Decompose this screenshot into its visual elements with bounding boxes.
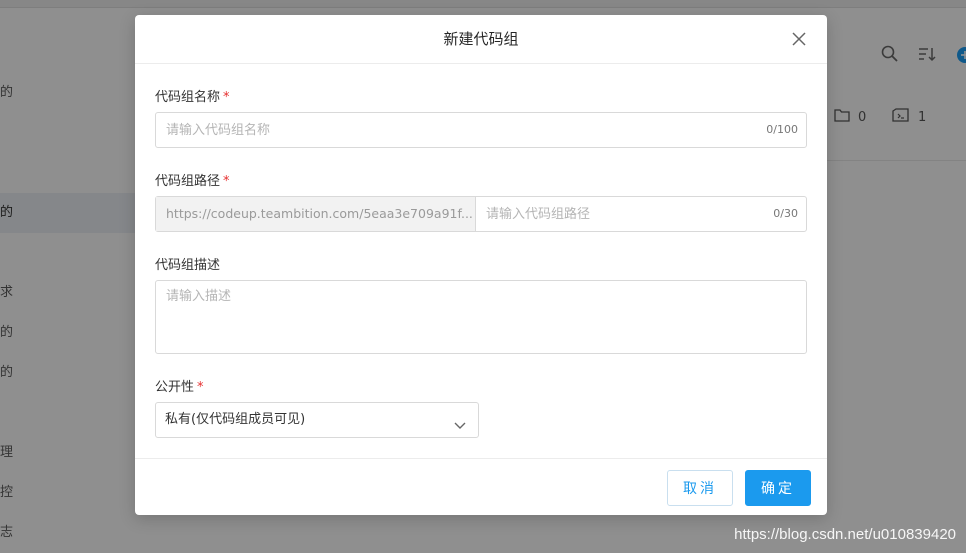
chevron-down-icon bbox=[454, 415, 466, 429]
required-mark: * bbox=[223, 174, 230, 189]
required-mark: * bbox=[197, 380, 204, 395]
visibility-label: 公开性 * bbox=[155, 380, 204, 395]
path-input[interactable] bbox=[476, 197, 756, 231]
close-icon bbox=[792, 32, 806, 46]
path-label: 代码组路径 * bbox=[155, 174, 230, 189]
description-box[interactable] bbox=[155, 280, 807, 354]
name-label: 代码组名称 * bbox=[155, 90, 230, 105]
description-label: 代码组描述 bbox=[155, 258, 221, 273]
name-input[interactable] bbox=[156, 113, 746, 147]
name-input-box[interactable]: 0/100 bbox=[155, 112, 807, 148]
name-char-counter: 0/100 bbox=[766, 123, 798, 136]
confirm-button[interactable]: 确定 bbox=[745, 470, 811, 506]
new-code-group-dialog: 新建代码组 代码组名称* 0/100 代码组路径* https://codeup… bbox=[135, 15, 827, 515]
path-url-prefix: https://codeup.teambition.com/5eaa3e709a… bbox=[156, 197, 476, 231]
required-mark: * bbox=[223, 90, 230, 105]
close-button[interactable] bbox=[789, 29, 809, 49]
path-input-box[interactable]: https://codeup.teambition.com/5eaa3e709a… bbox=[155, 196, 807, 232]
cancel-button[interactable]: 取消 bbox=[667, 470, 733, 506]
dialog-footer: 取消 确定 bbox=[135, 458, 827, 515]
dialog-header: 新建代码组 bbox=[135, 15, 827, 64]
watermark-text: https://blog.csdn.net/u010839420 bbox=[734, 526, 956, 543]
description-textarea[interactable] bbox=[156, 281, 806, 353]
visibility-select[interactable]: 私有(仅代码组成员可见) bbox=[155, 402, 479, 438]
path-char-counter: 0/30 bbox=[773, 207, 798, 220]
dialog-title: 新建代码组 bbox=[443, 30, 519, 48]
visibility-selected-value: 私有(仅代码组成员可见) bbox=[165, 412, 306, 427]
